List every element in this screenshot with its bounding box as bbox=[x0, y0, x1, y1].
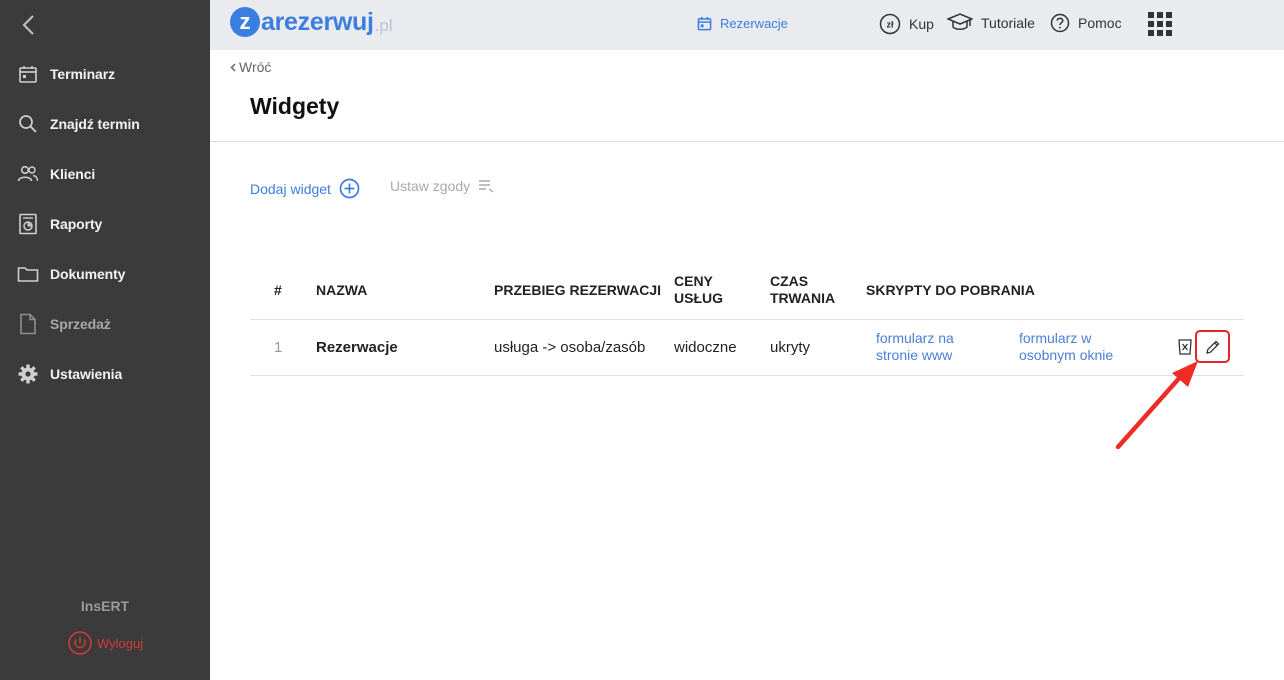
column-header-prices-line1: CENY bbox=[674, 273, 713, 289]
table-cell-flow: usługa -> osoba/zasób bbox=[494, 339, 646, 356]
nav-help-label: Pomoc bbox=[1078, 15, 1122, 31]
svg-text:zł: zł bbox=[886, 20, 894, 30]
delete-icon bbox=[1178, 339, 1192, 355]
set-consents-label: Ustaw zgody bbox=[390, 178, 471, 194]
nav-reservations-label: Rezerwacje bbox=[720, 16, 788, 31]
sidebar-item-sprzedaz[interactable]: Sprzedaż bbox=[0, 304, 210, 344]
logout-label: Wyloguj bbox=[96, 635, 144, 651]
add-widget-button[interactable]: Dodaj widget bbox=[250, 178, 360, 199]
nav-tutorials[interactable]: Tutoriale bbox=[947, 13, 1035, 33]
back-link[interactable]: Wróć bbox=[230, 59, 271, 75]
table-cell-num: 1 bbox=[274, 339, 283, 356]
nav-help[interactable]: Pomoc bbox=[1050, 13, 1122, 33]
pencil-icon bbox=[1206, 340, 1220, 354]
nav-buy-label: Kup bbox=[909, 16, 934, 32]
page-title: Widgety bbox=[250, 93, 340, 119]
add-widget-label: Dodaj widget bbox=[250, 180, 331, 197]
sidebar-item-klienci[interactable]: Klienci bbox=[0, 154, 210, 194]
sidebar-item-terminarz[interactable]: Terminarz bbox=[0, 54, 210, 94]
nav-reservations[interactable]: Rezerwacje bbox=[697, 16, 788, 31]
script-www-link[interactable]: formularz na stronie www bbox=[876, 330, 954, 364]
table-header-divider bbox=[250, 319, 1244, 320]
column-header-num: # bbox=[274, 282, 282, 298]
sidebar-item-label: Raporty bbox=[50, 216, 103, 232]
sidebar-item-raporty[interactable]: Raporty bbox=[0, 204, 210, 244]
logo-text: arezerwuj bbox=[261, 7, 374, 36]
gear-icon bbox=[17, 363, 39, 385]
apps-grid-icon[interactable] bbox=[1148, 12, 1172, 36]
calendar-icon bbox=[17, 63, 39, 85]
power-icon bbox=[68, 631, 92, 655]
table-cell-prices: widoczne bbox=[674, 339, 737, 356]
sidebar-item-label: Terminarz bbox=[50, 66, 115, 82]
folder-icon bbox=[17, 263, 39, 285]
column-header-scripts: SKRYPTY DO POBRANIA bbox=[866, 282, 1035, 298]
sidebar-item-label: Dokumenty bbox=[50, 266, 126, 282]
users-icon bbox=[17, 163, 39, 185]
column-header-name: NAZWA bbox=[316, 282, 368, 298]
column-header-duration-line2: TRWANIA bbox=[770, 290, 836, 306]
script-window-line1: formularz w bbox=[1019, 330, 1092, 346]
nav-tutorials-label: Tutoriale bbox=[981, 15, 1035, 31]
delete-button[interactable] bbox=[1176, 338, 1194, 356]
column-header-prices-line2: USŁUG bbox=[674, 290, 723, 306]
annotation-arrow-icon bbox=[1115, 361, 1198, 450]
script-www-line2: stronie www bbox=[876, 347, 953, 363]
collapse-sidebar-button[interactable] bbox=[16, 12, 40, 38]
back-label: Wróć bbox=[239, 59, 272, 75]
currency-zl-icon: zł bbox=[879, 13, 901, 35]
logo[interactable]: z arezerwuj .pl bbox=[230, 7, 393, 37]
calendar-icon bbox=[697, 16, 712, 31]
column-header-flow: PRZEBIEG REZERWACJI bbox=[494, 282, 661, 298]
set-consents-button[interactable]: Ustaw zgody bbox=[390, 178, 494, 194]
sidebar-item-label: Ustawienia bbox=[50, 366, 123, 382]
report-icon bbox=[17, 213, 39, 235]
chevron-left-icon bbox=[22, 15, 34, 35]
column-header-prices: CENY USŁUG bbox=[674, 273, 723, 307]
header-divider bbox=[210, 141, 1284, 142]
plus-circle-icon bbox=[339, 178, 360, 199]
script-window-line2: osobnym oknie bbox=[1019, 347, 1114, 363]
script-www-line1: formularz na bbox=[876, 330, 954, 346]
logout-button[interactable]: Wyloguj bbox=[0, 630, 210, 656]
search-icon bbox=[17, 113, 39, 135]
column-header-duration-line1: CZAS bbox=[770, 273, 809, 289]
help-icon bbox=[1050, 13, 1070, 33]
top-bar: z arezerwuj .pl Rezerwacje zł Kup Tutori… bbox=[210, 0, 1284, 50]
brand-label: InsERT bbox=[80, 598, 130, 614]
logo-mark: z bbox=[230, 7, 260, 37]
table-cell-duration: ukryty bbox=[770, 339, 811, 356]
sidebar-item-ustawienia[interactable]: Ustawienia bbox=[0, 354, 210, 394]
sidebar-item-dokumenty[interactable]: Dokumenty bbox=[0, 254, 210, 294]
list-icon bbox=[479, 180, 494, 193]
document-icon bbox=[17, 313, 39, 335]
graduation-cap-icon bbox=[947, 13, 973, 30]
table-row-divider bbox=[250, 375, 1244, 376]
sidebar-item-label: Sprzedaż bbox=[50, 316, 111, 332]
sidebar-item-label: Klienci bbox=[50, 166, 96, 182]
nav-buy[interactable]: zł Kup bbox=[879, 13, 934, 35]
sidebar-item-znajdz-termin[interactable]: Znajdź termin bbox=[0, 104, 210, 144]
sidebar: Terminarz Znajdź termin Klienci Raporty … bbox=[0, 0, 210, 680]
chevron-left-icon bbox=[230, 62, 236, 72]
table-cell-name: Rezerwacje bbox=[316, 339, 398, 356]
script-window-link[interactable]: formularz w osobnym oknie bbox=[1019, 330, 1113, 364]
column-header-duration: CZAS TRWANIA bbox=[770, 273, 835, 307]
sidebar-item-label: Znajdź termin bbox=[50, 116, 140, 132]
logo-tld: .pl bbox=[374, 15, 393, 35]
